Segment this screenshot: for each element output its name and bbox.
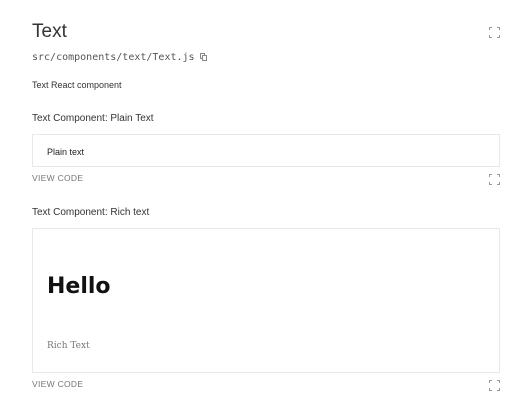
view-code-button[interactable]: VIEW CODE [32, 173, 83, 183]
rich-text-heading: Hello [47, 274, 111, 299]
example-heading-plain-text: Text Component: Plain Text [32, 113, 154, 124]
component-path-row: src/components/text/Text.js [32, 52, 208, 63]
expand-icon[interactable] [489, 27, 500, 38]
component-description: Text React component [32, 80, 122, 90]
rich-text-content: Rich Text [47, 341, 90, 351]
styleguide-component-page: Text src/components/text/Text.js Text Re… [0, 0, 519, 401]
copy-icon[interactable] [199, 53, 208, 62]
component-title: Text [32, 21, 67, 42]
plain-text-content: Plain text [47, 147, 85, 157]
example-heading-rich-text: Text Component: Rich text [32, 207, 150, 218]
expand-icon[interactable] [489, 380, 500, 391]
example-preview-plain-text: Plain text [32, 134, 500, 167]
example-preview-rich-text: Hello Rich Text [32, 228, 500, 373]
view-code-button[interactable]: VIEW CODE [32, 379, 83, 389]
expand-icon[interactable] [489, 174, 500, 185]
component-path: src/components/text/Text.js [32, 52, 195, 63]
